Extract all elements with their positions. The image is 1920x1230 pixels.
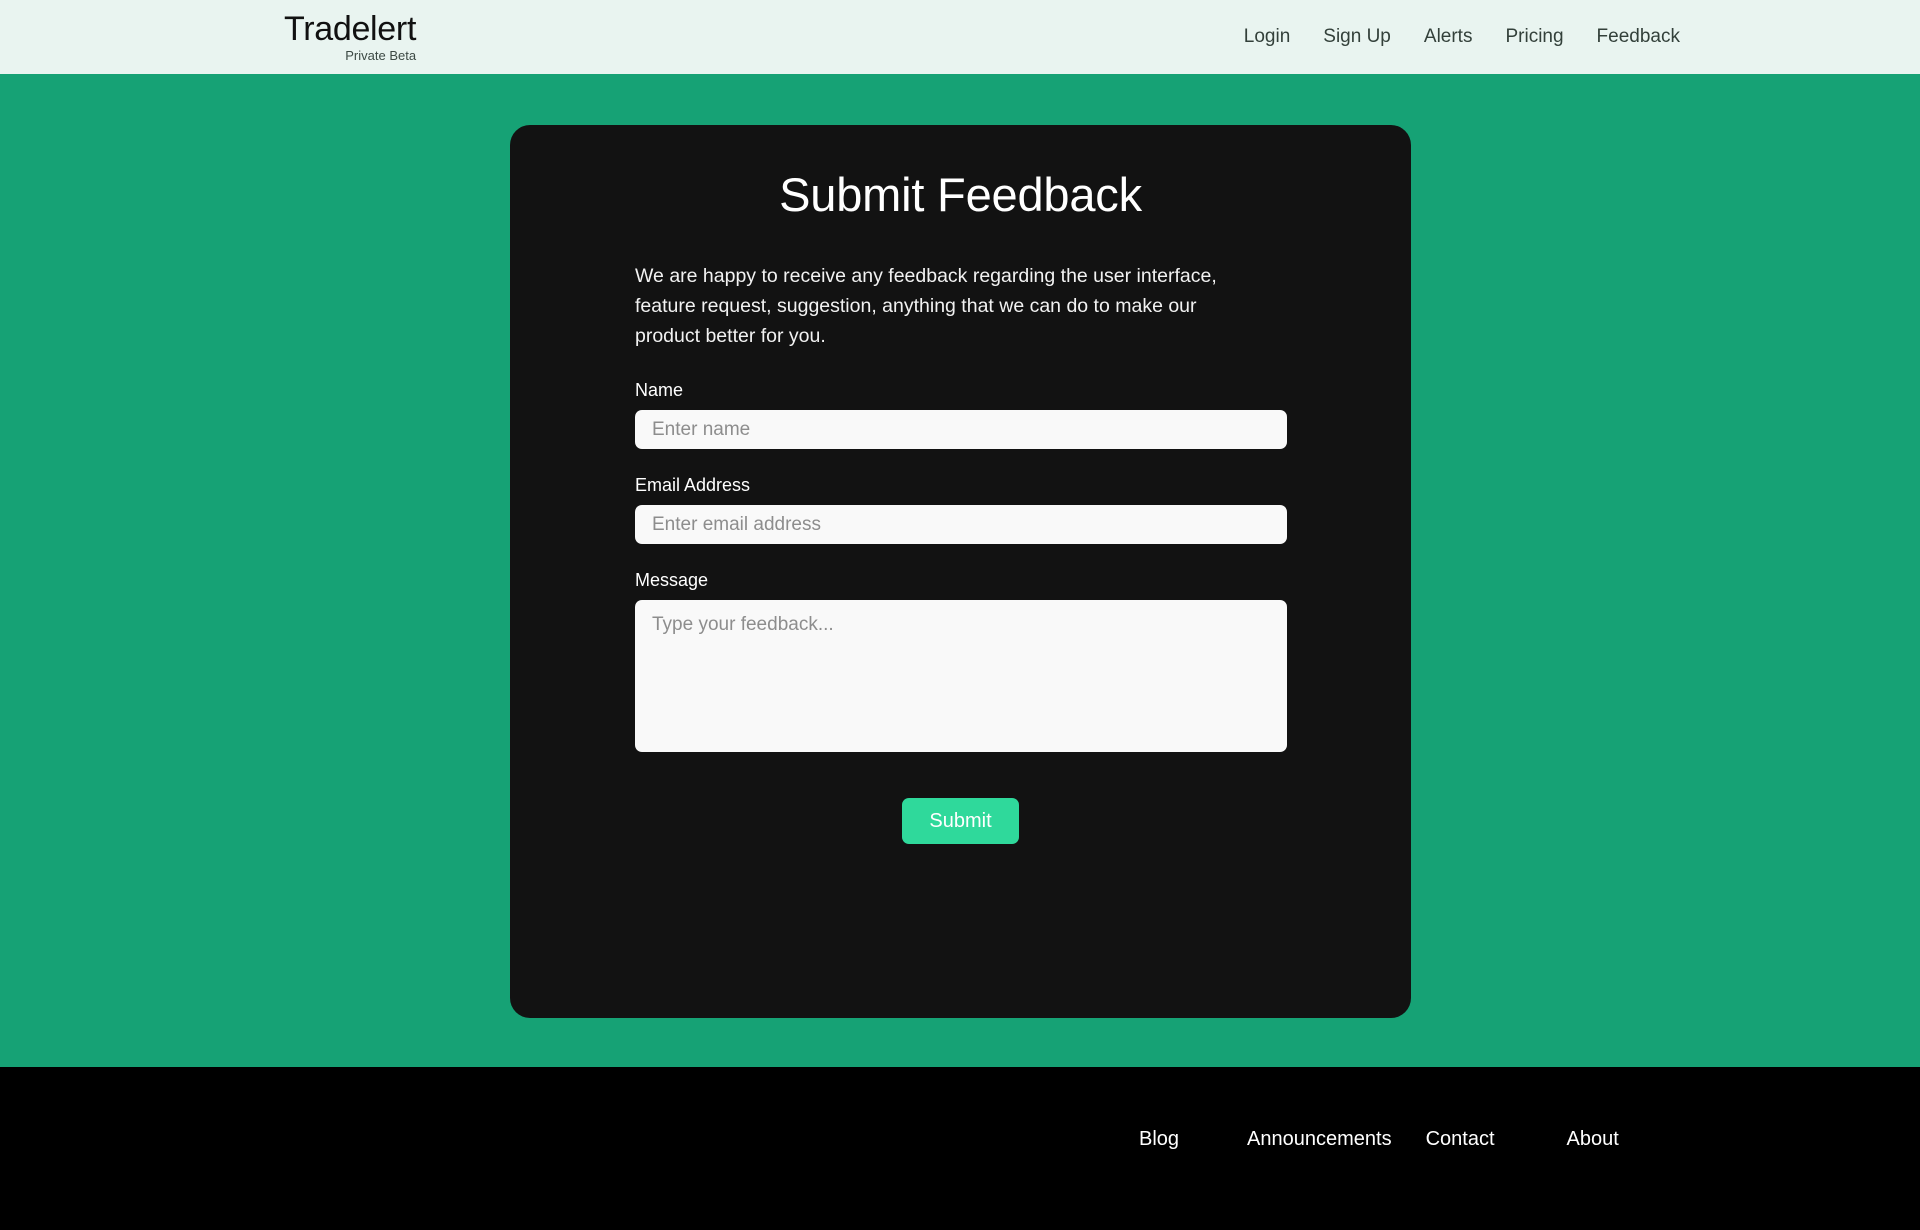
nav-item-feedback[interactable]: Feedback <box>1597 26 1680 48</box>
email-label: Email Address <box>635 475 751 496</box>
message-textarea[interactable] <box>635 600 1287 753</box>
message-label: Message <box>635 570 709 591</box>
site-header: Tradelert Private Beta Login Sign Up Ale… <box>0 0 1920 74</box>
footer-link-about[interactable]: About <box>1567 1128 1619 1151</box>
page-title: Submit Feedback <box>779 168 1142 221</box>
footer-link-contact[interactable]: Contact <box>1426 1128 1495 1151</box>
nav-item-pricing[interactable]: Pricing <box>1505 26 1563 48</box>
name-input[interactable] <box>635 410 1287 450</box>
nav-item-login[interactable]: Login <box>1244 26 1291 48</box>
nav-item-sign-up[interactable]: Sign Up <box>1323 26 1391 48</box>
nav-item-alerts[interactable]: Alerts <box>1424 26 1473 48</box>
field-group-message: Message <box>635 570 1287 753</box>
name-label: Name <box>635 380 684 401</box>
field-group-name: Name <box>635 380 1287 450</box>
footer-link-blog[interactable]: Blog <box>1139 1128 1179 1151</box>
footer-link-announcements[interactable]: Announcements <box>1247 1128 1392 1151</box>
main-navigation: Login Sign Up Alerts Pricing Feedback <box>1244 26 1680 48</box>
email-input[interactable] <box>635 505 1287 545</box>
submit-button[interactable]: Submit <box>902 798 1019 845</box>
footer-navigation: Blog Announcements Contact About <box>1139 1128 1619 1151</box>
card-description: We are happy to receive any feedback reg… <box>635 265 1217 347</box>
brand-name: Tradelert <box>284 10 417 49</box>
field-group-email: Email Address <box>635 475 1287 545</box>
page-main: Submit Feedback We are happy to receive … <box>0 74 1920 1067</box>
site-footer: Blog Announcements Contact About <box>0 1067 1920 1230</box>
feedback-card: Submit Feedback We are happy to receive … <box>510 125 1411 1018</box>
brand-subtitle: Private Beta <box>345 47 417 63</box>
submit-row: Submit <box>635 798 1286 845</box>
brand-logo[interactable]: Tradelert Private Beta <box>284 10 417 63</box>
